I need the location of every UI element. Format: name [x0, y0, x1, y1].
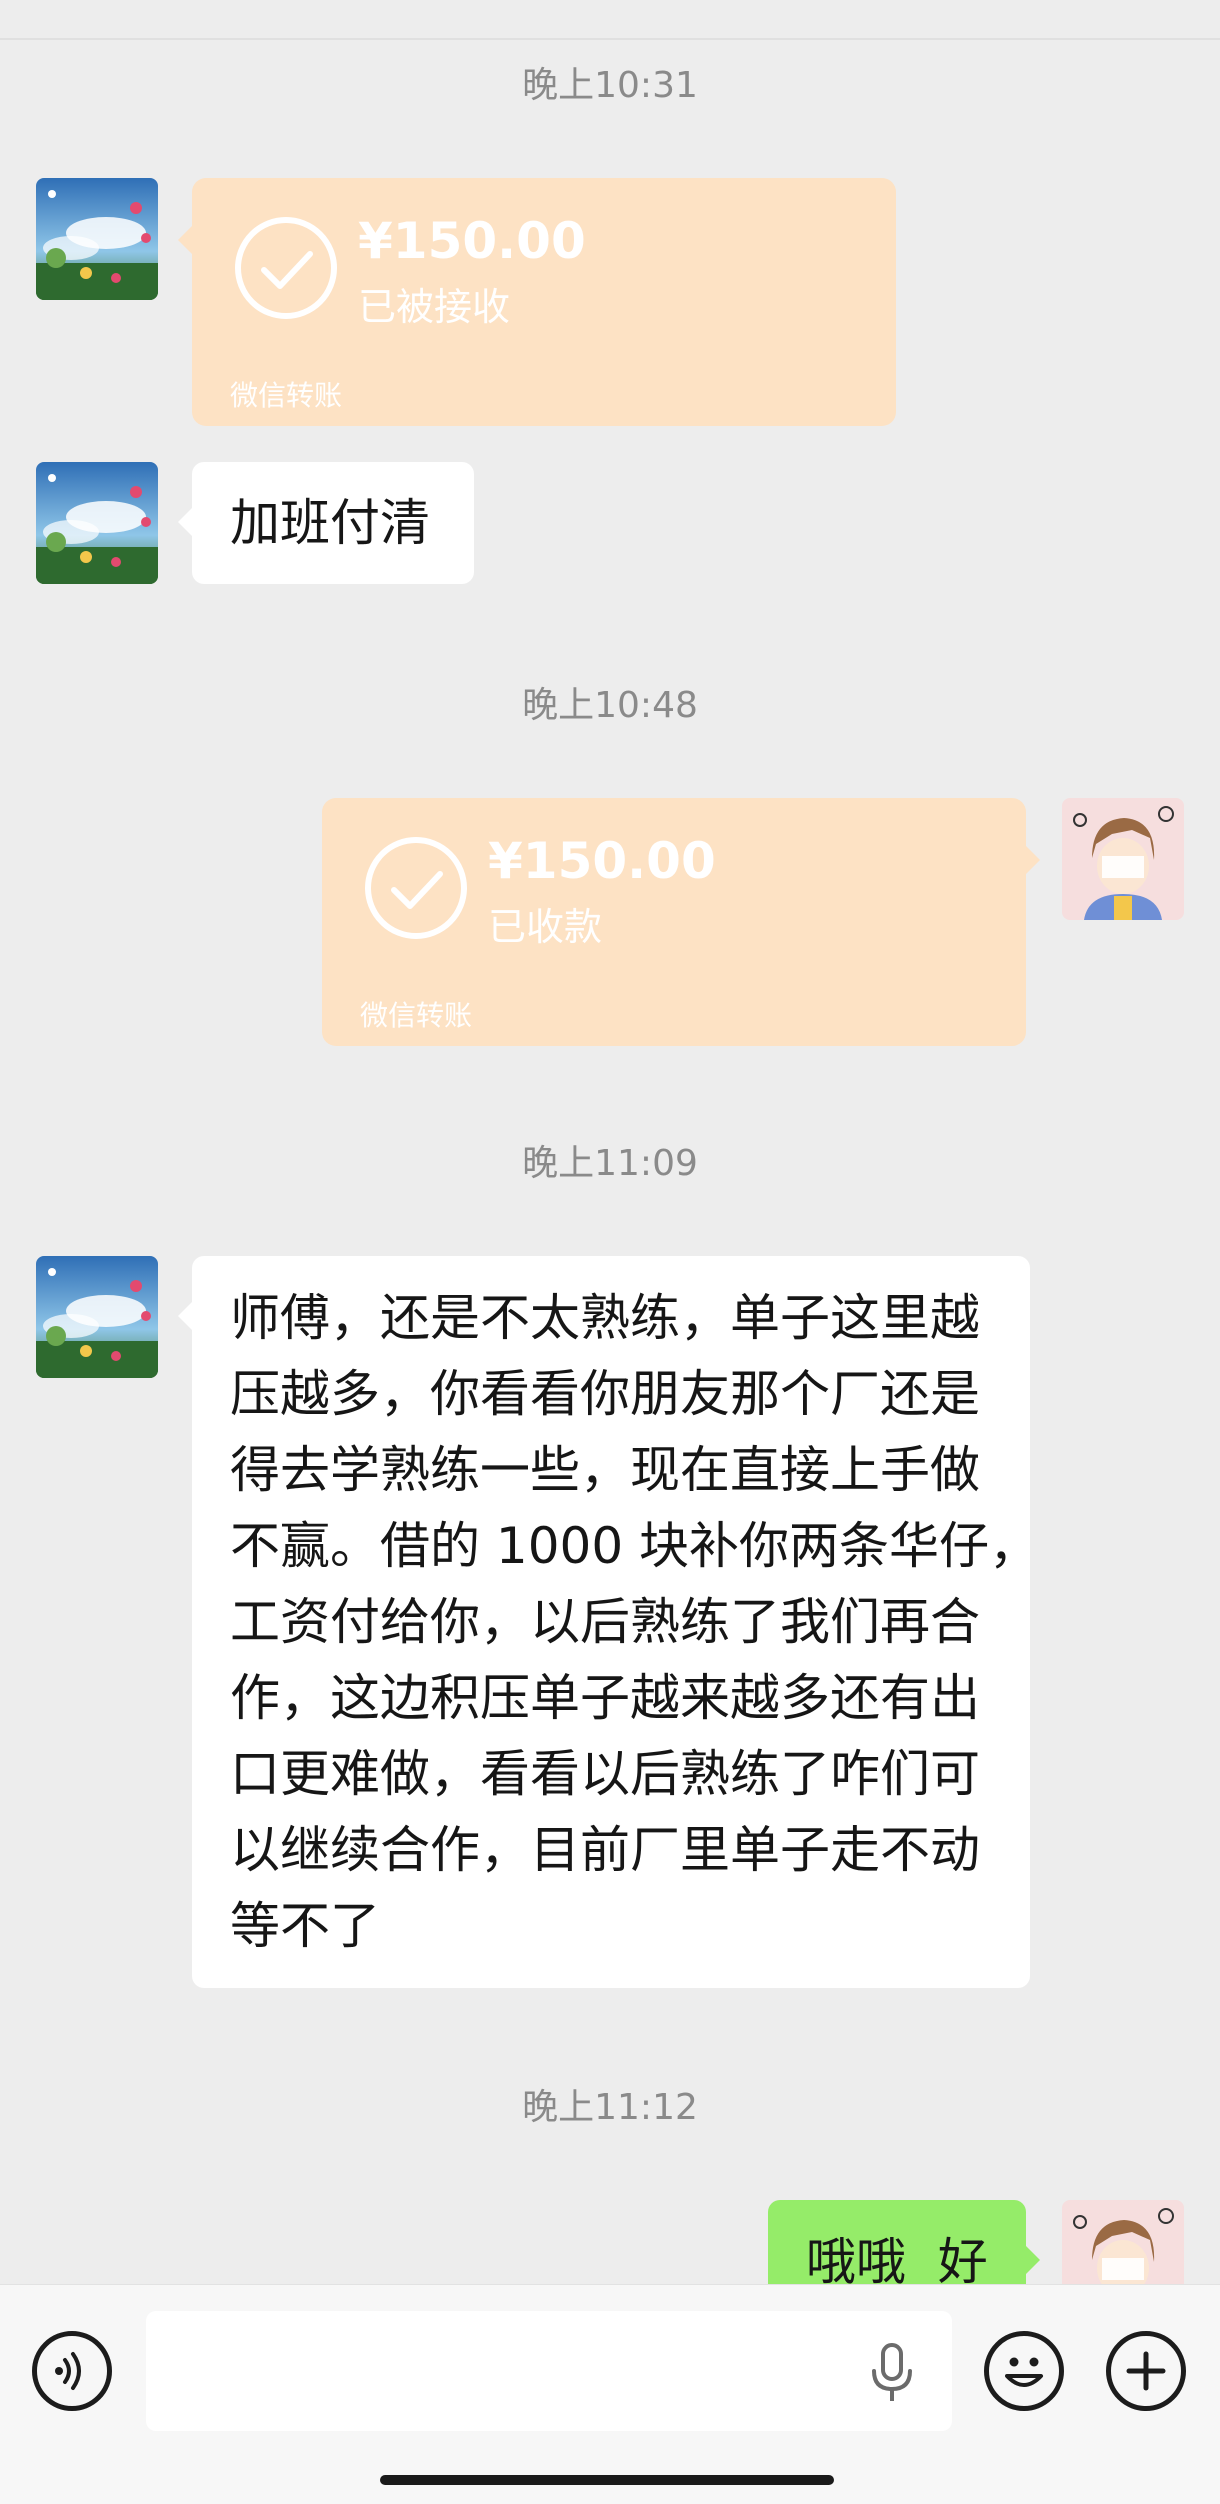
mic-icon[interactable]: [866, 2343, 918, 2403]
check-circle-icon: [365, 837, 467, 939]
transfer-card[interactable]: ¥150.00 已被接收 微信转账: [192, 178, 896, 426]
message-line: 等不了: [230, 1897, 380, 1955]
top-divider: [0, 38, 1220, 40]
bubble-tail: [1026, 2246, 1040, 2274]
message-line: 不赢。借的 1000 块补你两条华仔，: [230, 1517, 1040, 1575]
message-text: 师傅，还是不太熟练，单子这里越 压越多，你看看你朋友那个厂还是 得去学熟练一些，…: [230, 1280, 1039, 1964]
bubble-tail: [178, 508, 192, 536]
my-avatar[interactable]: [1062, 798, 1184, 920]
message-bubble[interactable]: 加班付清: [192, 462, 474, 584]
check-circle-icon: [235, 217, 337, 319]
message-input-field[interactable]: [166, 2331, 810, 2413]
home-indicator[interactable]: [380, 2475, 834, 2485]
message-line: 师傅，还是不太熟练，单子这里越: [230, 1289, 980, 1347]
message-line: 口更难做，看看以后熟练了咋们可: [230, 1745, 980, 1803]
message-line: 压越多，你看看你朋友那个厂还是: [230, 1365, 980, 1423]
input-bar: [0, 2284, 1220, 2504]
transfer-amount: ¥150.00: [358, 212, 586, 270]
transfer-brand: 微信转账: [230, 379, 343, 412]
bubble-tail: [178, 1302, 192, 1330]
message-input[interactable]: [146, 2311, 952, 2431]
emoji-icon[interactable]: [984, 2331, 1064, 2411]
transfer-card[interactable]: ¥150.00 已收款 微信转账: [322, 798, 1026, 1046]
plus-icon[interactable]: [1106, 2331, 1186, 2411]
contact-avatar[interactable]: [36, 1256, 158, 1378]
transfer-status: 已被接收: [358, 285, 511, 329]
message-bubble[interactable]: 师傅，还是不太熟练，单子这里越 压越多，你看看你朋友那个厂还是 得去学熟练一些，…: [192, 1256, 1039, 1988]
bubble-tail: [1026, 846, 1040, 874]
message-line: 作，这边积压单子越来越多还有出: [230, 1669, 980, 1727]
message-line: 以继续合作，目前厂里单子走不动: [230, 1821, 980, 1879]
timestamp: 晚上10:31: [522, 65, 698, 106]
message-line: 得去学熟练一些，现在直接上手做: [230, 1441, 980, 1499]
transfer-brand: 微信转账: [360, 999, 473, 1032]
contact-avatar[interactable]: [36, 178, 158, 300]
timestamp: 晚上10:48: [522, 685, 698, 726]
timestamp: 晚上11:09: [522, 1143, 698, 1184]
bubble-tail: [178, 226, 192, 254]
contact-avatar[interactable]: [36, 462, 158, 584]
message-line: 工资付给你，以后熟练了我们再合: [230, 1593, 980, 1651]
message-text: 加班付清: [230, 494, 430, 552]
transfer-amount: ¥150.00: [488, 832, 716, 890]
timestamp: 晚上11:12: [522, 2087, 698, 2128]
voice-icon[interactable]: [32, 2331, 112, 2411]
transfer-status: 已收款: [488, 905, 603, 949]
